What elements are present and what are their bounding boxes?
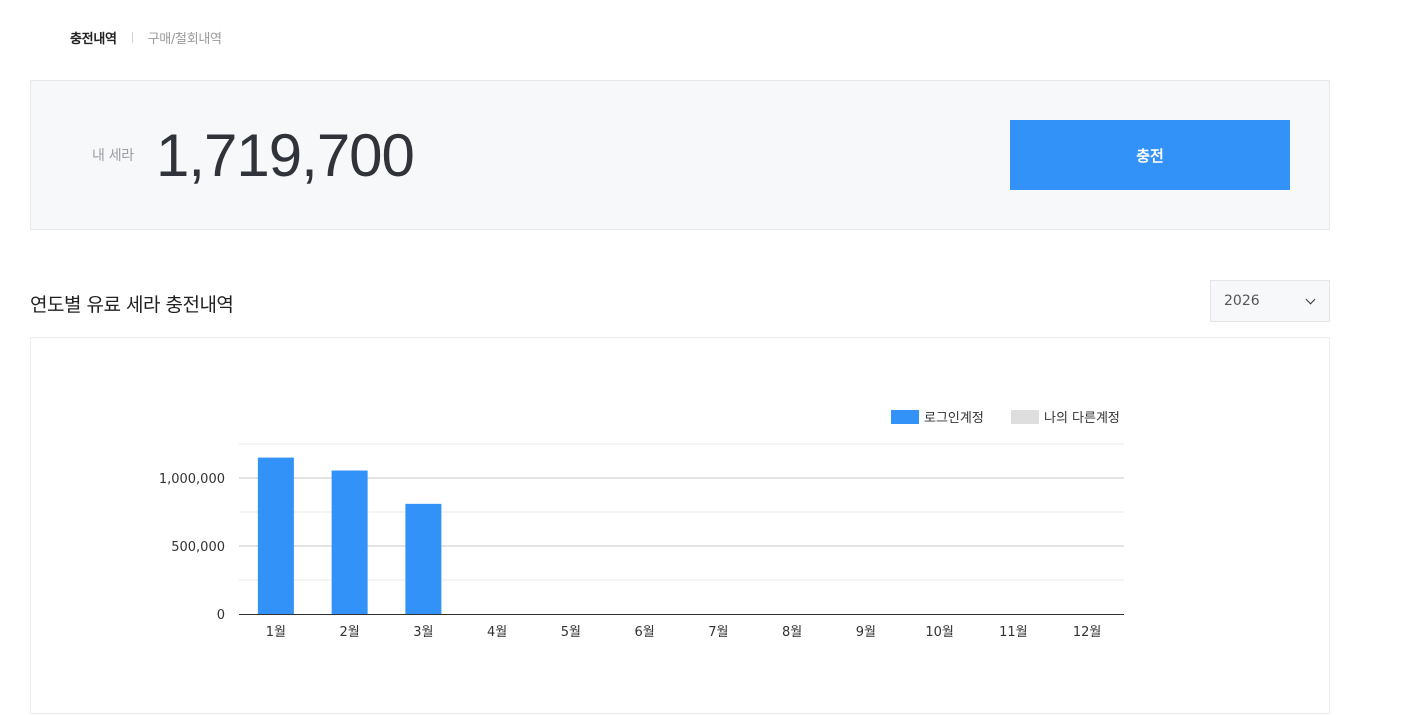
charge-bar-chart: 0 500,000 1,000,000 1월 2월 3월 4월 5월 6월 7월 8월 9월 10월 11… [159,410,1124,640]
bar-login-account [257,457,294,614]
x-tick-label: 4월 [487,625,507,640]
y-tick-label: 1,000,000 [159,472,225,487]
y-tick-label: 0 [217,608,225,623]
x-tick-label: 1월 [266,625,286,640]
x-tick-label: 8월 [782,625,802,640]
x-tick-label: 6월 [635,625,655,640]
x-tick-label: 7월 [708,625,728,640]
x-tick-label: 9월 [856,625,876,640]
chart-panel: 0 500,000 1,000,000 1월 2월 3월 4월 5월 6월 7월 8월 9월 10월 11… [30,337,1330,714]
tab-divider [131,31,133,43]
year-select-value: 2026 [1224,293,1260,309]
x-tick-label: 12월 [1073,625,1102,640]
bar-login-account [331,470,368,614]
tab-charge-history[interactable]: 충전내역 [70,28,117,47]
legend-label: 로그인계정 [924,411,984,426]
legend-swatch [1011,410,1039,424]
charge-button[interactable]: 충전 [1010,120,1290,190]
balance-label: 내 세라 [92,148,134,164]
balance-panel: 내 세라 1,719,700 충전 [30,80,1330,230]
bar-login-account [405,503,442,614]
balance-value: 1,719,700 [156,122,415,189]
history-tabs: 충전내역 구매/철회내역 [70,26,222,48]
legend-label: 나의 다른계정 [1044,411,1120,426]
x-tick-label: 2월 [340,625,360,640]
x-tick-label: 10월 [925,625,954,640]
x-tick-label: 3월 [413,625,433,640]
section-title: 연도별 유료 세라 충전내역 [30,294,234,316]
legend-swatch [891,410,919,424]
x-tick-label: 5월 [561,625,581,640]
year-select[interactable]: 2026 [1210,280,1330,322]
chevron-down-icon [1305,294,1316,304]
y-tick-label: 500,000 [171,540,225,555]
tab-purchase-history[interactable]: 구매/철회내역 [148,28,222,47]
x-tick-label: 11월 [999,625,1028,640]
